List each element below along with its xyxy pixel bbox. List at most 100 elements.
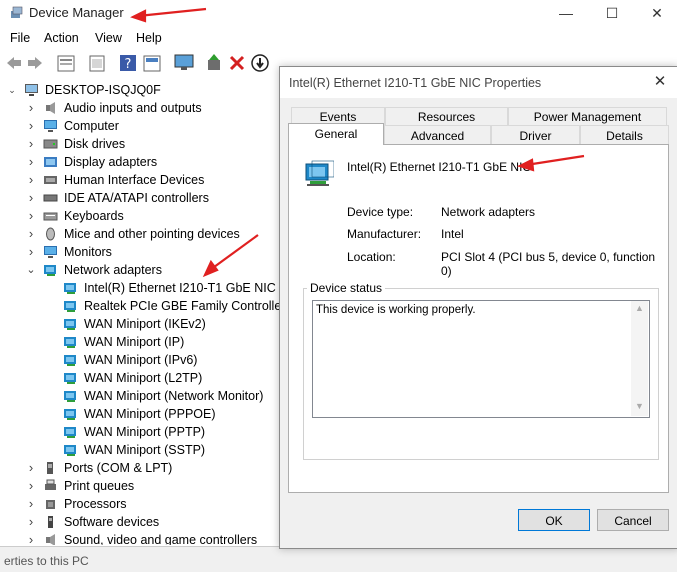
- location-label: Location:: [347, 250, 396, 264]
- tree-item-label: WAN Miniport (PPPOE): [84, 407, 216, 421]
- category-row[interactable]: › Monitors: [0, 243, 280, 261]
- menu-view[interactable]: View: [95, 31, 122, 45]
- tab-driver[interactable]: Driver: [491, 125, 580, 145]
- display-icon: [44, 157, 57, 167]
- tree-item-label: Realtek PCIe GBE Family Controller: [84, 299, 280, 313]
- expand-chevron-icon[interactable]: ›: [26, 99, 36, 117]
- device-name: Intel(R) Ethernet I210-T1 GbE NIC: [347, 160, 532, 174]
- tree-item-label: Print queues: [64, 479, 135, 493]
- expand-chevron-icon[interactable]: ›: [26, 117, 36, 135]
- location-value: PCI Slot 4 (PCI bus 5, device 0, functio…: [441, 250, 656, 278]
- device-row[interactable]: WAN Miniport (PPPOE): [0, 405, 280, 423]
- status-scrollbar[interactable]: ▲ ▼: [631, 301, 648, 416]
- category-row[interactable]: › Human Interface Devices: [0, 171, 280, 189]
- close-button[interactable]: ✕: [642, 4, 672, 22]
- device-row[interactable]: WAN Miniport (IPv6): [0, 351, 280, 369]
- category-row[interactable]: › Disk drives: [0, 135, 280, 153]
- expand-chevron-icon[interactable]: ›: [26, 495, 36, 513]
- category-row[interactable]: › Keyboards: [0, 207, 280, 225]
- expand-chevron-icon[interactable]: ›: [26, 225, 36, 243]
- category-row[interactable]: › Display adapters: [0, 153, 280, 171]
- category-row[interactable]: › Computer: [0, 117, 280, 135]
- expand-chevron-icon[interactable]: ›: [26, 459, 36, 477]
- status-bar: erties to this PC: [0, 546, 677, 572]
- category-row[interactable]: › Print queues: [0, 477, 280, 495]
- device-row[interactable]: Intel(R) Ethernet I210-T1 GbE NIC: [0, 279, 280, 297]
- collapse-chevron-icon[interactable]: ⌄: [26, 261, 36, 279]
- menu-file[interactable]: File: [10, 31, 30, 45]
- page-icon[interactable]: [88, 55, 106, 72]
- ok-button[interactable]: OK: [518, 509, 590, 531]
- disable-device-icon[interactable]: [251, 54, 269, 72]
- maximize-button[interactable]: ☐: [597, 4, 627, 22]
- scroll-down-icon[interactable]: ▼: [635, 401, 644, 411]
- category-row[interactable]: › Software devices: [0, 513, 280, 531]
- collapse-chevron-icon[interactable]: ⌄: [7, 81, 17, 99]
- tree-item-label: Computer: [64, 119, 119, 133]
- expand-chevron-icon[interactable]: ›: [26, 243, 36, 261]
- category-row[interactable]: › Processors: [0, 495, 280, 513]
- menu-help[interactable]: Help: [136, 31, 162, 45]
- monitor-scan-icon[interactable]: [174, 54, 194, 72]
- tree-item-label: Monitors: [64, 245, 112, 259]
- tree-item-label: Display adapters: [64, 155, 158, 169]
- tree-item-label: WAN Miniport (SSTP): [84, 443, 206, 457]
- tree-item-label: Audio inputs and outputs: [64, 101, 202, 115]
- tab-general[interactable]: General: [288, 123, 384, 145]
- tab-details[interactable]: Details: [580, 125, 669, 145]
- category-row[interactable]: ⌄ Network adapters: [0, 261, 280, 279]
- tab-resources[interactable]: Resources: [385, 107, 508, 125]
- network-icon: [64, 409, 76, 420]
- tree-item-label: Network adapters: [64, 263, 162, 277]
- tab-power-management[interactable]: Power Management: [508, 107, 667, 125]
- expand-chevron-icon[interactable]: ›: [26, 153, 36, 171]
- tree-item-label: WAN Miniport (L2TP): [84, 371, 203, 385]
- scroll-up-icon[interactable]: ▲: [635, 303, 644, 313]
- device-manager-icon: [11, 6, 23, 18]
- category-row[interactable]: › Ports (COM & LPT): [0, 459, 280, 477]
- device-row[interactable]: WAN Miniport (IP): [0, 333, 280, 351]
- category-row[interactable]: › Audio inputs and outputs: [0, 99, 280, 117]
- category-row[interactable]: › IDE ATA/ATAPI controllers: [0, 189, 280, 207]
- dialog-close-button[interactable]: ✕: [648, 72, 672, 92]
- expand-chevron-icon[interactable]: ›: [26, 189, 36, 207]
- expand-chevron-icon[interactable]: ›: [26, 477, 36, 495]
- network-icon: [64, 283, 76, 294]
- view-icon[interactable]: [143, 55, 161, 72]
- forward-arrow-icon[interactable]: [26, 55, 44, 71]
- tree-item-label: Mice and other pointing devices: [64, 227, 240, 241]
- manufacturer-label: Manufacturer:: [347, 227, 422, 241]
- device-row[interactable]: WAN Miniport (Network Monitor): [0, 387, 280, 405]
- device-status-textbox[interactable]: This device is working properly. ▲ ▼: [312, 300, 650, 418]
- cancel-button[interactable]: Cancel: [597, 509, 669, 531]
- device-row[interactable]: WAN Miniport (SSTP): [0, 441, 280, 459]
- properties-sheet-icon[interactable]: [57, 55, 75, 72]
- keyboard-icon: [43, 212, 58, 221]
- expand-chevron-icon[interactable]: ›: [26, 513, 36, 531]
- hid-icon: [44, 176, 57, 184]
- category-row[interactable]: › Sound, video and game controllers: [0, 531, 280, 545]
- update-driver-icon[interactable]: [206, 54, 222, 72]
- device-row[interactable]: WAN Miniport (PPTP): [0, 423, 280, 441]
- device-row[interactable]: Realtek PCIe GBE Family Controller: [0, 297, 280, 315]
- back-arrow-icon[interactable]: [5, 55, 23, 71]
- expand-chevron-icon[interactable]: ›: [26, 171, 36, 189]
- expand-chevron-icon[interactable]: ›: [26, 135, 36, 153]
- help-icon[interactable]: ?: [119, 54, 137, 72]
- manufacturer-value: Intel: [441, 227, 464, 241]
- tree-item-label: IDE ATA/ATAPI controllers: [64, 191, 209, 205]
- tab-advanced[interactable]: Advanced: [384, 125, 491, 145]
- device-row[interactable]: WAN Miniport (IKEv2): [0, 315, 280, 333]
- tree-root[interactable]: ⌄ DESKTOP-ISQJQ0F: [0, 81, 280, 99]
- menu-action[interactable]: Action: [44, 31, 79, 45]
- uninstall-x-icon[interactable]: [229, 55, 245, 71]
- category-row[interactable]: › Mice and other pointing devices: [0, 225, 280, 243]
- network-adapter-icon: [305, 160, 334, 186]
- device-row[interactable]: WAN Miniport (L2TP): [0, 369, 280, 387]
- minimize-button[interactable]: —: [551, 4, 581, 22]
- expand-chevron-icon[interactable]: ›: [26, 531, 36, 545]
- device-status-text: This device is working properly.: [316, 304, 476, 316]
- ide-icon: [43, 194, 58, 202]
- expand-chevron-icon[interactable]: ›: [26, 207, 36, 225]
- network-icon: [64, 445, 76, 456]
